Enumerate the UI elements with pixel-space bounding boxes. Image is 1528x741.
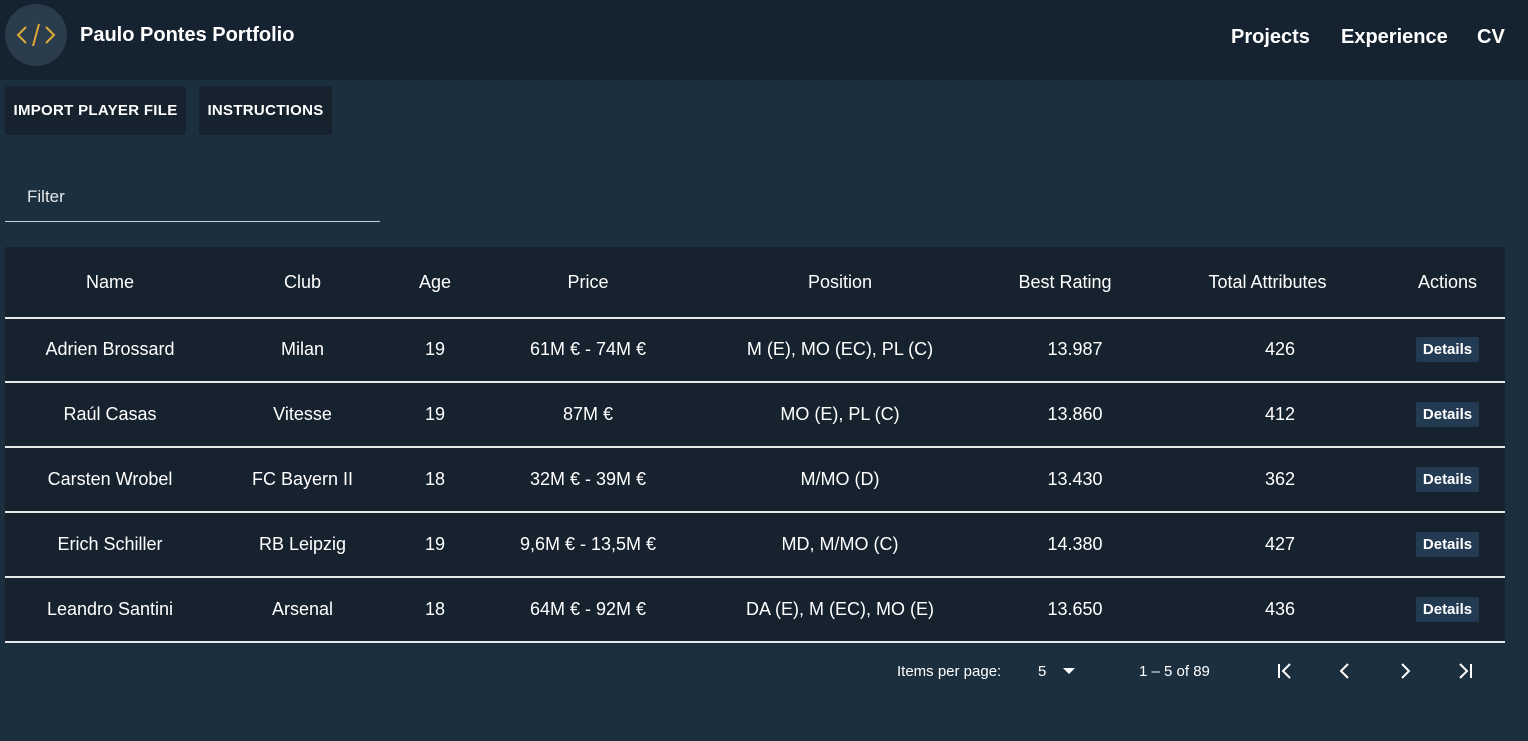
column-header-total-attributes[interactable]: Total Attributes (1195, 247, 1340, 317)
actions-cell: Details (1400, 513, 1495, 576)
cell-age: 18 (424, 469, 446, 489)
items-per-page-label: Items per page: (897, 662, 1002, 680)
cell-club: Milan (280, 339, 324, 359)
top-bar: Paulo Pontes Portfolio Projects Experien… (0, 0, 1528, 80)
details-button[interactable]: Details (1415, 402, 1480, 427)
cell-name: Raúl Casas (63, 404, 157, 424)
import-player-file-button[interactable]: IMPORT PLAYER FILE (5, 86, 186, 135)
last-page-button[interactable] (1448, 654, 1482, 688)
cell-price: 64M € - 92M € (529, 599, 647, 619)
cell-best-rating: 14.380 (1047, 534, 1103, 554)
cell-total-attributes: 427 (1264, 534, 1296, 554)
cell-age: 19 (424, 534, 446, 554)
cell-best-rating: 13.650 (1047, 599, 1103, 619)
cell-position: M (E), MO (EC), PL (C) (746, 339, 934, 359)
table-row: Raúl Casas Vitesse 19 87M € MO (E), PL (… (5, 383, 1505, 448)
logo[interactable] (5, 4, 67, 66)
caret-down-icon (1063, 668, 1076, 674)
cell-position: MO (E), PL (C) (780, 404, 900, 424)
cell-price: 32M € - 39M € (529, 469, 647, 489)
column-header-age[interactable]: Age (405, 247, 465, 317)
brand-title[interactable]: Paulo Pontes Portfolio (80, 24, 294, 47)
cell-position: MD, M/MO (C) (781, 534, 899, 554)
actions-cell: Details (1400, 578, 1495, 641)
column-header-club[interactable]: Club (240, 247, 365, 317)
table-row: Leandro Santini Arsenal 18 64M € - 92M €… (5, 578, 1505, 643)
details-button[interactable]: Details (1415, 532, 1480, 557)
column-header-actions: Actions (1417, 271, 1478, 292)
code-brackets-icon (16, 23, 56, 47)
table-row: Erich Schiller RB Leipzig 19 9,6M € - 13… (5, 513, 1505, 578)
column-header-name[interactable]: Name (45, 247, 175, 317)
instructions-button[interactable]: INSTRUCTIONS (199, 86, 332, 135)
cell-total-attributes: 412 (1264, 404, 1296, 424)
details-button[interactable]: Details (1415, 467, 1480, 492)
page-size-select[interactable]: 5 (1030, 651, 1080, 691)
nav-cv[interactable]: CV (1477, 26, 1505, 49)
previous-page-button[interactable] (1328, 654, 1362, 688)
actions-cell: Details (1400, 448, 1495, 511)
cell-price: 9,6M € - 13,5M € (519, 534, 657, 554)
cell-position: DA (E), M (EC), MO (E) (746, 599, 934, 619)
cell-price: 87M € (562, 404, 614, 424)
details-button[interactable]: Details (1415, 337, 1480, 362)
first-page-icon (1278, 663, 1291, 679)
actions-cell: Details (1400, 383, 1495, 446)
cell-total-attributes: 426 (1264, 339, 1296, 359)
last-page-icon (1459, 663, 1472, 679)
table-row: Adrien Brossard Milan 19 61M € - 74M € M… (5, 318, 1505, 383)
next-page-button[interactable] (1388, 654, 1422, 688)
cell-best-rating: 13.430 (1047, 469, 1103, 489)
cell-best-rating: 13.987 (1047, 339, 1103, 359)
cell-total-attributes: 436 (1264, 599, 1296, 619)
first-page-button[interactable] (1268, 654, 1302, 688)
column-header-price[interactable]: Price (503, 247, 673, 317)
cell-position: M/MO (D) (800, 469, 880, 489)
cell-name: Erich Schiller (57, 534, 163, 554)
cell-club: RB Leipzig (258, 534, 347, 554)
details-button[interactable]: Details (1415, 597, 1480, 622)
cell-best-rating: 13.860 (1047, 404, 1103, 424)
column-header-position[interactable]: Position (720, 247, 960, 317)
nav-projects[interactable]: Projects (1231, 26, 1310, 49)
table-row: Carsten Wrobel FC Bayern II 18 32M € - 3… (5, 448, 1505, 513)
range-label: 1 – 5 of 89 (1139, 662, 1210, 680)
table-header: Name Club Age Price Position Best Rating… (5, 247, 1505, 319)
cell-price: 61M € - 74M € (529, 339, 647, 359)
players-table: Name Club Age Price Position Best Rating… (5, 247, 1505, 643)
cell-club: FC Bayern II (251, 469, 354, 489)
chevron-left-icon (1339, 663, 1349, 679)
column-header-best-rating[interactable]: Best Rating (1000, 247, 1130, 317)
cell-total-attributes: 362 (1264, 469, 1296, 489)
cell-age: 18 (424, 599, 446, 619)
cell-age: 19 (424, 339, 446, 359)
cell-club: Arsenal (271, 599, 334, 619)
cell-club: Vitesse (273, 404, 332, 424)
cell-name: Carsten Wrobel (47, 469, 173, 489)
cell-age: 19 (424, 404, 446, 424)
page-size-value: 5 (1038, 662, 1047, 680)
filter-field (5, 180, 380, 222)
cell-name: Leandro Santini (46, 599, 174, 619)
filter-input[interactable] (25, 186, 369, 208)
chevron-right-icon (1401, 663, 1411, 679)
nav-experience[interactable]: Experience (1341, 26, 1448, 49)
cell-name: Adrien Brossard (45, 339, 175, 359)
actions-cell: Details (1400, 318, 1495, 381)
